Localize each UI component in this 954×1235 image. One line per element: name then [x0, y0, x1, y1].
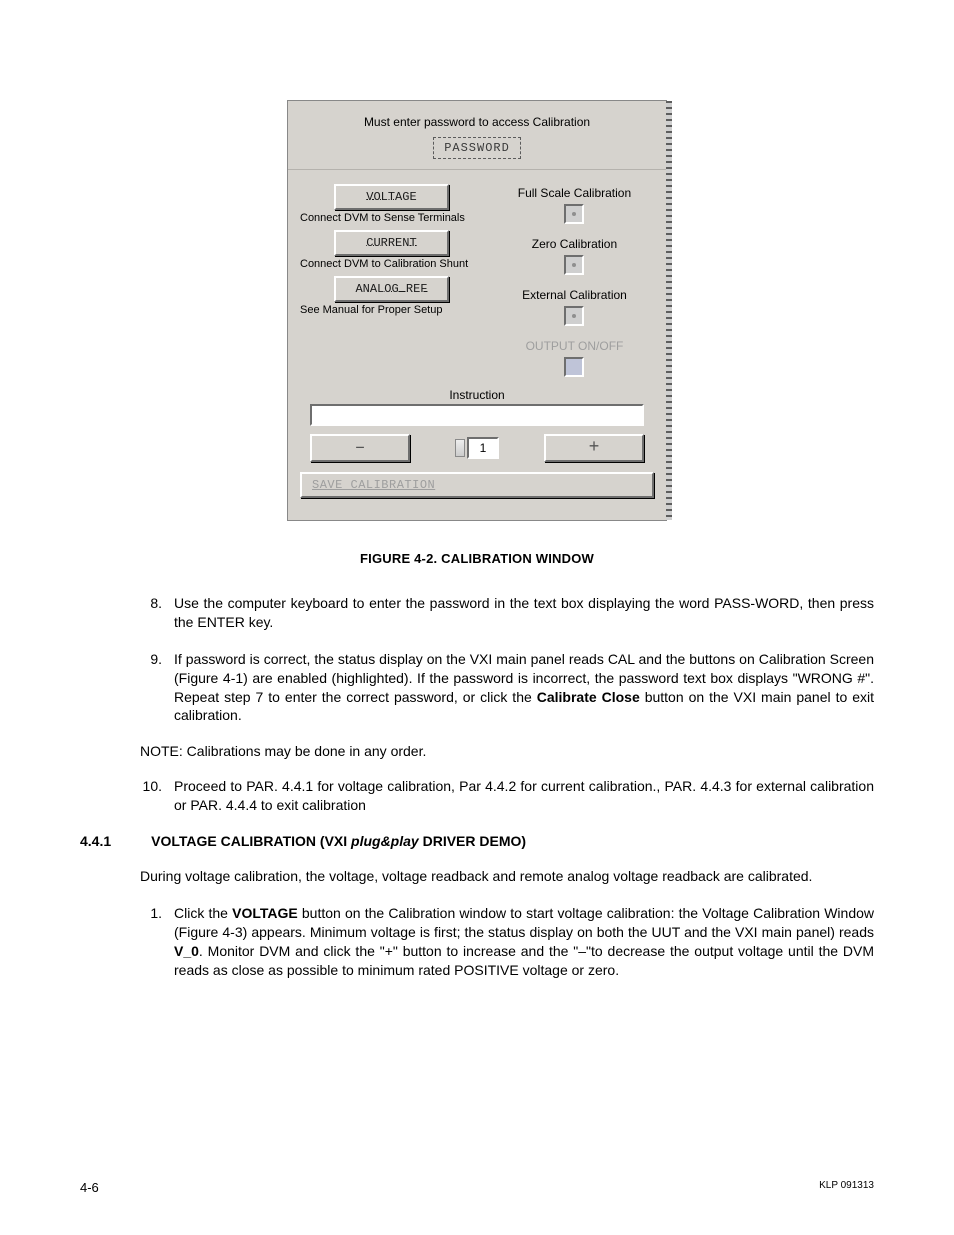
external-cal-label: External Calibration: [495, 288, 654, 302]
instruction-label: Instruction: [300, 388, 654, 402]
output-onoff-led[interactable]: [564, 357, 584, 377]
analog-ref-button[interactable]: ANALOG REF: [334, 276, 449, 302]
item-text: Click the VOLTAGE button on the Calibrat…: [174, 904, 874, 980]
item-number: 9.: [140, 650, 162, 726]
full-scale-label: Full Scale Calibration: [495, 186, 654, 200]
list-item: 1. Click the VOLTAGE button on the Calib…: [140, 904, 874, 980]
doc-id: KLP 091313: [819, 1180, 874, 1195]
section-title: VOLTAGE CALIBRATION (VXI plug&play DRIVE…: [151, 833, 526, 849]
current-hint: Connect DVM to Calibration Shunt: [300, 258, 483, 270]
password-prompt: Must enter password to access Calibratio…: [300, 115, 654, 129]
section-number: 4.4.1: [80, 833, 111, 849]
minus-button[interactable]: –: [310, 434, 410, 462]
output-onoff-label: OUTPUT ON/OFF: [495, 339, 654, 353]
section-heading: 4.4.1 VOLTAGE CALIBRATION (VXI plug&play…: [80, 833, 874, 849]
instruction-field: [310, 404, 644, 426]
page-number: 4-6: [80, 1180, 99, 1195]
item-number: 8.: [140, 594, 162, 632]
calibration-panel: Must enter password to access Calibratio…: [287, 100, 667, 521]
page-footer: 4-6 KLP 091313: [80, 1180, 874, 1195]
voltage-button[interactable]: VOLTAGE: [334, 184, 449, 210]
list-item: 8. Use the computer keyboard to enter th…: [140, 594, 874, 632]
current-button[interactable]: CURRENT: [334, 230, 449, 256]
numeric-handle-icon[interactable]: [455, 439, 465, 457]
note-text: NOTE: Calibrations may be done in any or…: [140, 743, 874, 759]
list-item: 10. Proceed to PAR. 4.4.1 for voltage ca…: [140, 777, 874, 815]
password-button[interactable]: PASSWORD: [433, 137, 521, 159]
item-text: Proceed to PAR. 4.4.1 for voltage calibr…: [174, 777, 874, 815]
zero-cal-label: Zero Calibration: [495, 237, 654, 251]
step-numeric[interactable]: 1: [455, 437, 499, 459]
full-scale-led[interactable]: [564, 204, 584, 224]
figure-calibration-window: Must enter password to access Calibratio…: [80, 100, 874, 521]
figure-caption: FIGURE 4-2. CALIBRATION WINDOW: [80, 551, 874, 566]
plus-button[interactable]: +: [544, 434, 644, 462]
item-number: 1.: [140, 904, 162, 980]
item-text: If password is correct, the status displ…: [174, 650, 874, 726]
voltage-hint: Connect DVM to Sense Terminals: [300, 212, 483, 224]
list-item: 9. If password is correct, the status di…: [140, 650, 874, 726]
item-number: 10.: [140, 777, 162, 815]
zero-cal-led[interactable]: [564, 255, 584, 275]
analog-hint: See Manual for Proper Setup: [300, 304, 483, 316]
scrollbar-strip: [666, 101, 672, 520]
step-value[interactable]: 1: [467, 437, 499, 459]
external-cal-led[interactable]: [564, 306, 584, 326]
item-text: Use the computer keyboard to enter the p…: [174, 594, 874, 632]
save-calibration-button[interactable]: SAVE CALIBRATION: [300, 472, 654, 498]
section-paragraph: During voltage calibration, the voltage,…: [140, 867, 874, 886]
